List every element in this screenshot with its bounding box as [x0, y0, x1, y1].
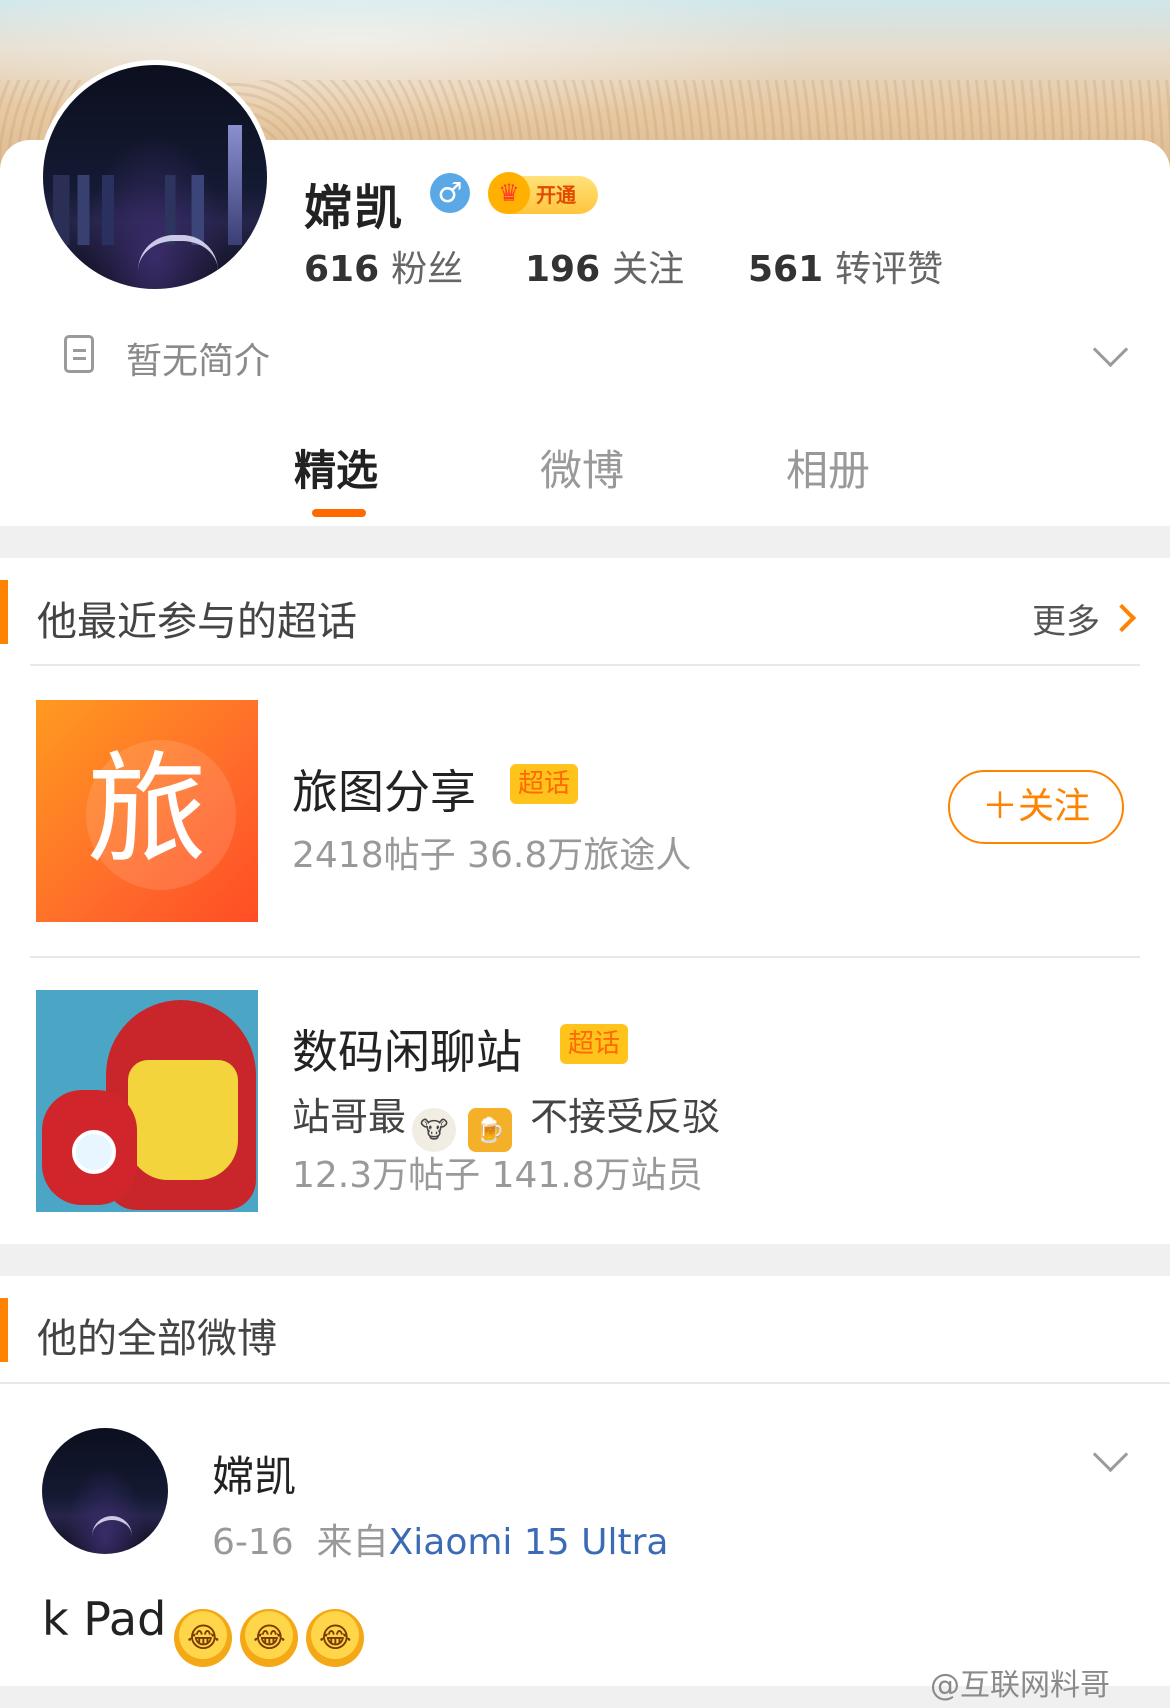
- section-accent-bar: [0, 580, 8, 644]
- travel-topic-thumbnail[interactable]: 旅: [36, 700, 258, 922]
- tab-active-indicator: [312, 509, 366, 517]
- laughing-crying-icon: 😂: [174, 1609, 233, 1667]
- stat-following-count: 196: [525, 249, 601, 290]
- post-text: k Pad 😂 😂 😂: [42, 1592, 365, 1667]
- super-topics-title: 他最近参与的超话: [37, 599, 357, 645]
- follow-button[interactable]: ＋关注: [948, 770, 1124, 844]
- stat-followers-label: 粉丝: [391, 249, 464, 290]
- vip-open-button[interactable]: ♛ 开通: [488, 172, 598, 214]
- super-topic-badge: 超话: [560, 1024, 629, 1064]
- stat-followers-count: 616: [304, 249, 380, 290]
- avatar-skyline: [53, 175, 257, 245]
- stat-following[interactable]: 196 关注: [525, 240, 684, 292]
- divider: [30, 956, 1140, 958]
- topic-name-travel[interactable]: 旅图分享: [292, 756, 476, 822]
- post-author-name[interactable]: 嫦凯: [212, 1443, 296, 1504]
- stat-interactions-label: 转评赞: [835, 249, 944, 290]
- document-icon: [64, 335, 94, 373]
- male-icon: ♂: [430, 173, 470, 213]
- watermark: @互联网料哥: [930, 1668, 1110, 1703]
- post-date: 6-16: [212, 1522, 294, 1563]
- ironman-face: [128, 1060, 238, 1180]
- bio-text: 暂无简介: [126, 341, 271, 382]
- stat-interactions-count: 561: [748, 249, 824, 290]
- topic-stats-travel: 2418帖子 36.8万旅途人: [292, 835, 692, 876]
- laughing-crying-icon: 😂: [306, 1609, 365, 1667]
- profile-name: 嫦凯: [304, 180, 405, 236]
- vip-open-label: 开通: [536, 183, 576, 207]
- laughing-crying-icon: 😂: [240, 1609, 299, 1667]
- stat-followers[interactable]: 616 粉丝: [304, 240, 463, 292]
- digital-topic-thumbnail[interactable]: [36, 990, 258, 1212]
- topic-desc-prefix: 站哥最: [292, 1095, 407, 1139]
- weibo-section-title: 他的全部微博: [37, 1316, 277, 1362]
- avatar-tower: [228, 125, 242, 245]
- tab-featured[interactable]: 精选: [294, 437, 378, 498]
- divider: [30, 664, 1140, 666]
- tab-album[interactable]: 相册: [786, 437, 870, 498]
- topic-stats-digital: 12.3万帖子 141.8万站员: [292, 1155, 703, 1196]
- post-body: k Pad: [42, 1592, 167, 1646]
- travel-glyph: 旅: [87, 741, 207, 880]
- topic-desc-suffix: 不接受反驳: [530, 1095, 721, 1139]
- more-link[interactable]: 更多: [1032, 594, 1100, 643]
- profile-avatar[interactable]: [38, 60, 272, 294]
- divider: [0, 1382, 1170, 1384]
- section-accent-bar: [0, 1298, 8, 1362]
- stat-interactions[interactable]: 561 转评赞: [748, 240, 943, 292]
- ironman-reactor: [72, 1130, 116, 1174]
- topic-desc-digital: 站哥最 🐮 🍺 不接受反驳: [292, 1086, 720, 1152]
- post-author-avatar[interactable]: [42, 1428, 168, 1554]
- topic-name-digital[interactable]: 数码闲聊站: [292, 1016, 522, 1082]
- post-source-prefix: 来自: [316, 1522, 389, 1563]
- stat-following-label: 关注: [612, 249, 685, 290]
- post-device-link[interactable]: Xiaomi 15 Ultra: [389, 1522, 669, 1563]
- avatar-lights: [92, 1516, 132, 1536]
- post-meta: 6-16 来自Xiaomi 15 Ultra: [212, 1513, 668, 1565]
- crown-icon: ♛: [488, 172, 530, 214]
- tab-weibo[interactable]: 微博: [540, 437, 624, 498]
- super-topic-badge: 超话: [510, 764, 579, 804]
